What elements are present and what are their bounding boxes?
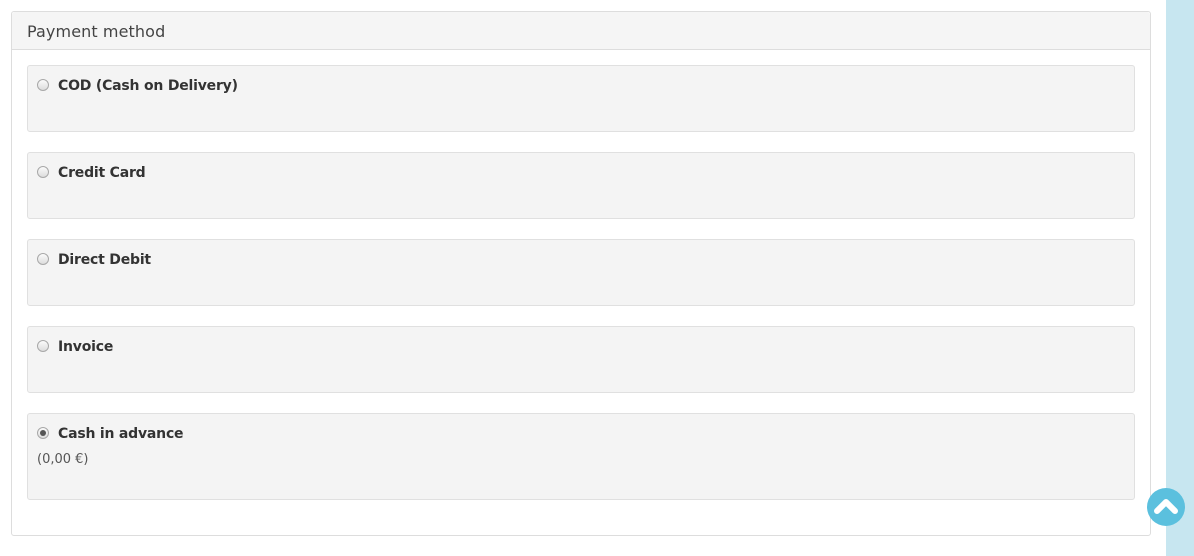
scroll-to-top-button[interactable] xyxy=(1147,488,1185,526)
payment-option-cash-in-advance[interactable]: Cash in advance (0,00 €) xyxy=(27,413,1135,500)
radio-button[interactable] xyxy=(37,253,49,265)
payment-option-credit-card[interactable]: Credit Card xyxy=(27,152,1135,219)
payment-option-label[interactable]: Cash in advance xyxy=(58,426,184,442)
chevron-up-icon xyxy=(1154,499,1178,514)
payment-option-direct-debit[interactable]: Direct Debit xyxy=(27,239,1135,306)
payment-option-cod[interactable]: COD (Cash on Delivery) xyxy=(27,65,1135,132)
payment-option-label[interactable]: Invoice xyxy=(58,339,113,355)
radio-button-selected[interactable] xyxy=(37,427,49,439)
side-strip xyxy=(1166,0,1194,556)
panel-title: Payment method xyxy=(12,12,1150,50)
radio-button[interactable] xyxy=(37,79,49,91)
payment-fee: (0,00 €) xyxy=(37,452,89,467)
payment-option-label[interactable]: COD (Cash on Delivery) xyxy=(58,78,238,94)
payment-option-invoice[interactable]: Invoice xyxy=(27,326,1135,393)
payment-option-label[interactable]: Direct Debit xyxy=(58,252,151,268)
radio-button[interactable] xyxy=(37,340,49,352)
radio-button[interactable] xyxy=(37,166,49,178)
payment-method-panel: Payment method COD (Cash on Delivery) Cr… xyxy=(11,11,1151,536)
payment-option-label[interactable]: Credit Card xyxy=(58,165,146,181)
